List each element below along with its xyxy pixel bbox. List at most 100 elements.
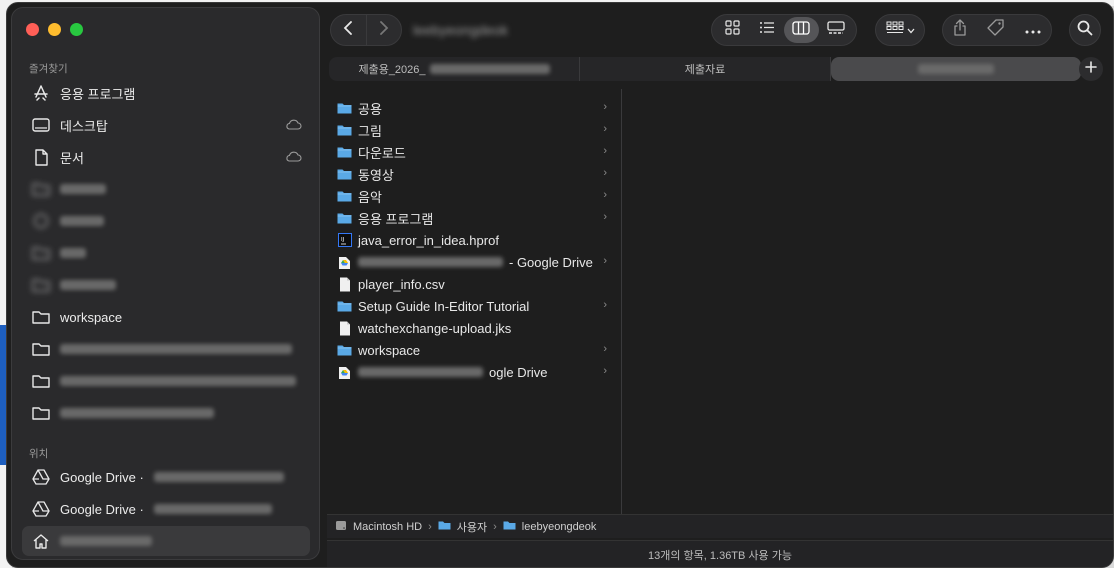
file-icon: [337, 277, 352, 292]
redacted-label: [153, 504, 272, 514]
redacted-label: [60, 216, 104, 226]
sidebar-item-workspace[interactable]: workspace: [22, 302, 310, 332]
chevron-right-icon: ›: [603, 189, 607, 201]
google-drive-shortcut-icon: [337, 365, 352, 380]
path-segment[interactable]: 사용자: [457, 519, 487, 535]
plus-icon: [1085, 60, 1097, 78]
column-view-button[interactable]: [784, 17, 819, 43]
folder-icon: [32, 308, 50, 326]
sidebar-item-label: Google Drive ·: [60, 501, 144, 517]
sidebar-item-documents[interactable]: 문서: [22, 142, 310, 172]
sidebar-item-blurred[interactable]: [22, 398, 310, 428]
grid-icon: [725, 20, 740, 40]
zoom-button[interactable]: [70, 23, 83, 36]
chevron-right-icon: ›: [603, 255, 607, 267]
redacted-label: [60, 536, 152, 546]
traffic-lights: [26, 23, 83, 36]
sidebar: 즐겨찾기 응용 프로그램 데스크탑 문서 workspace 위치 Google…: [11, 7, 320, 560]
redacted-label: [358, 257, 503, 267]
action-group: [942, 14, 1052, 46]
forward-button[interactable]: [365, 15, 401, 45]
file-row[interactable]: workspace ›: [329, 339, 615, 361]
redacted-label: [153, 472, 284, 482]
file-name: watchexchange-upload.jks: [358, 320, 512, 336]
sidebar-item-applications[interactable]: 응용 프로그램: [22, 78, 310, 108]
file-name: java_error_in_idea.hprof: [358, 232, 499, 248]
file-row[interactable]: 공용 ›: [329, 97, 615, 119]
back-button[interactable]: [331, 15, 366, 45]
more-icon[interactable]: [1025, 21, 1041, 39]
chevron-right-icon: ›: [603, 145, 607, 157]
minimize-button[interactable]: [48, 23, 61, 36]
path-segment[interactable]: leebyeongdeok: [522, 521, 597, 533]
folder-icon: [337, 211, 352, 226]
sidebar-item-label: 응용 프로그램: [60, 86, 136, 102]
file-icon: [337, 321, 352, 336]
sidebar-item-home[interactable]: [22, 526, 310, 556]
chevron-down-icon: [907, 21, 915, 39]
document-icon: [32, 148, 50, 166]
folder-icon: [337, 167, 352, 182]
sidebar-item-blurred[interactable]: [22, 238, 310, 268]
window-title: leebyeongdeok: [413, 22, 508, 38]
file-row[interactable]: Setup Guide In-Editor Tutorial ›: [329, 295, 615, 317]
file-row[interactable]: - Google Drive ›: [329, 251, 615, 273]
file-row[interactable]: 그림 ›: [329, 119, 615, 141]
redacted-label: [60, 376, 296, 386]
search-button[interactable]: [1069, 14, 1101, 46]
chevron-right-icon: ›: [603, 343, 607, 355]
column-divider[interactable]: [621, 89, 622, 515]
google-drive-icon: [32, 468, 50, 486]
file-row[interactable]: IJ java_error_in_idea.hprof: [329, 229, 615, 251]
tab-home[interactable]: [831, 57, 1081, 81]
file-row[interactable]: watchexchange-upload.jks: [329, 317, 615, 339]
group-by-button[interactable]: [875, 14, 925, 46]
file-row[interactable]: 다운로드 ›: [329, 141, 615, 163]
file-row[interactable]: 동영상 ›: [329, 163, 615, 185]
folder-icon: [337, 145, 352, 160]
file-row[interactable]: player_info.csv: [329, 273, 615, 295]
file-name: - Google Drive: [509, 254, 593, 270]
icon-view-button[interactable]: [715, 17, 750, 43]
sidebar-item-google-drive[interactable]: Google Drive ·: [22, 494, 310, 524]
search-icon: [1077, 20, 1093, 41]
gallery-view-button[interactable]: [819, 17, 854, 43]
redacted-label: [60, 280, 116, 290]
navigation-group: [330, 14, 402, 46]
tab-submission-2026[interactable]: 제출용_2026_: [329, 57, 580, 81]
list-view-button[interactable]: [750, 17, 785, 43]
finder-window: 즐겨찾기 응용 프로그램 데스크탑 문서 workspace 위치 Google…: [6, 2, 1114, 568]
folder-icon: [32, 372, 50, 390]
path-segment[interactable]: Macintosh HD: [353, 521, 422, 533]
sidebar-item-blurred[interactable]: [22, 206, 310, 236]
chevron-right-icon: ›: [603, 211, 607, 223]
path-separator-icon: ›: [493, 520, 497, 533]
file-row[interactable]: ogle Drive ›: [329, 361, 615, 383]
folder-icon: [337, 299, 352, 314]
chevron-left-icon: [343, 20, 353, 40]
file-row[interactable]: 응용 프로그램 ›: [329, 207, 615, 229]
close-button[interactable]: [26, 23, 39, 36]
file-name: ogle Drive: [489, 364, 548, 380]
sidebar-item-blurred[interactable]: [22, 366, 310, 396]
sidebar-item-desktop[interactable]: 데스크탑: [22, 110, 310, 140]
sidebar-item-blurred[interactable]: [22, 334, 310, 364]
file-name: 공용: [358, 101, 382, 117]
file-row[interactable]: 음악 ›: [329, 185, 615, 207]
redacted-label: [60, 344, 292, 354]
sidebar-item-blurred[interactable]: [22, 270, 310, 300]
file-name: 그림: [358, 123, 382, 139]
gallery-icon: [827, 20, 845, 40]
sidebar-item-google-drive[interactable]: Google Drive ·: [22, 462, 310, 492]
sidebar-item-blurred[interactable]: [22, 174, 310, 204]
hprof-file-icon: IJ: [337, 233, 352, 248]
file-name: 다운로드: [358, 145, 406, 161]
share-icon[interactable]: [953, 19, 967, 41]
folder-icon: [438, 520, 451, 533]
redacted-label: [60, 408, 214, 418]
new-tab-button[interactable]: [1079, 57, 1103, 81]
redacted-label: [429, 64, 550, 74]
folder-icon: [32, 276, 50, 294]
tag-icon[interactable]: [987, 19, 1005, 41]
tab-submission-materials[interactable]: 제출자료: [580, 57, 831, 81]
